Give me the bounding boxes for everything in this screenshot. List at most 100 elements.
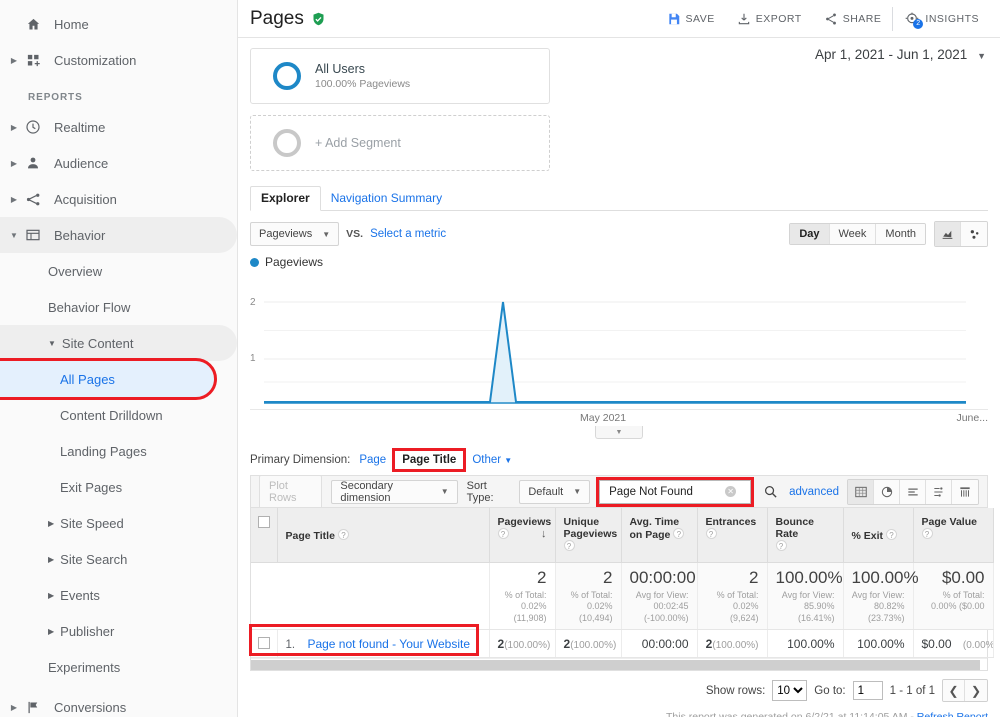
sidebar-item-behavior[interactable]: ▼ Behavior xyxy=(0,217,237,253)
sidebar-item-site-speed[interactable]: ▶ Site Speed xyxy=(0,505,237,541)
tab-navigation-summary[interactable]: Navigation Summary xyxy=(321,187,452,210)
column-label-bounce-rate: Bounce Rate xyxy=(775,516,815,540)
total-bounce-rate: 100.00% Avg for View: 85.90% (16.41%) xyxy=(767,562,844,630)
sidebar-item-exit-pages[interactable]: Exit Pages xyxy=(0,469,237,505)
column-header-bounce-rate[interactable]: Bounce Rate? xyxy=(767,508,844,563)
help-icon-entrances[interactable]: ? xyxy=(705,528,717,539)
plot-rows-button[interactable]: Plot Rows xyxy=(259,474,323,509)
sidebar-item-all-pages[interactable]: All Pages xyxy=(0,358,217,400)
row-avg-time-value: 00:00:00 xyxy=(641,637,689,651)
advanced-link[interactable]: advanced xyxy=(789,486,839,498)
primary-dimension-page-title[interactable]: Page Title xyxy=(392,448,467,472)
primary-dimension-other[interactable]: Other ▼ xyxy=(472,454,512,466)
prev-page-button[interactable]: ❮ xyxy=(943,680,965,701)
column-header-avg-time-on-page[interactable]: Avg. Time on Page? xyxy=(621,508,698,563)
left-sidebar: Home ▶ Customization REPORTS ▶ Realtime xyxy=(0,0,238,717)
performance-view-icon[interactable] xyxy=(926,479,952,504)
column-header-exit-pct[interactable]: % Exit? xyxy=(843,508,914,563)
save-button[interactable]: SAVE xyxy=(656,7,726,31)
add-segment-button[interactable]: + Add Segment xyxy=(250,115,550,171)
sidebar-item-realtime[interactable]: ▶ Realtime xyxy=(0,109,237,145)
sidebar-item-behavior-flow[interactable]: Behavior Flow xyxy=(0,289,237,325)
row-page-title-cell[interactable]: 1. Page not found - Your Website xyxy=(277,629,490,658)
help-icon-page-title[interactable]: ? xyxy=(337,529,349,541)
sidebar-item-conversions[interactable]: ▶ Conversions xyxy=(0,689,237,717)
chevron-right-icon-conversions[interactable]: ▶ xyxy=(0,703,20,712)
goto-input[interactable] xyxy=(852,681,883,700)
sort-type-dropdown[interactable]: Default ▼ xyxy=(519,479,591,504)
table-scrollbar-thumb[interactable] xyxy=(251,660,980,670)
help-icon-page-value[interactable]: ? xyxy=(921,528,933,539)
chevron-right-icon-acquisition[interactable]: ▶ xyxy=(0,195,20,204)
sidebar-item-label-all-pages: All Pages xyxy=(60,371,115,387)
column-header-page-value[interactable]: Page Value? xyxy=(913,508,994,563)
column-header-unique-pageviews[interactable]: Unique Pageviews? xyxy=(555,508,622,563)
next-page-button[interactable]: ❯ xyxy=(965,680,987,701)
row-page-title-link[interactable]: Page not found - Your Website xyxy=(307,637,470,651)
column-label-page-title: Page Title xyxy=(285,530,335,543)
help-icon-exit-pct[interactable]: ? xyxy=(886,529,898,541)
sidebar-item-overview[interactable]: Overview xyxy=(0,253,237,289)
clear-search-icon[interactable]: ✕ xyxy=(725,486,737,497)
column-header-entrances[interactable]: Entrances? xyxy=(697,508,768,563)
chevron-right-icon-events[interactable]: ▶ xyxy=(48,591,54,600)
pivot-view-icon[interactable] xyxy=(952,479,978,504)
sidebar-item-label-behavior-flow: Behavior Flow xyxy=(48,299,131,315)
sidebar-item-content-drilldown[interactable]: Content Drilldown xyxy=(0,397,237,433)
granularity-week[interactable]: Week xyxy=(829,224,877,244)
chevron-right-icon-publisher[interactable]: ▶ xyxy=(48,627,54,636)
sidebar-item-audience[interactable]: ▶ Audience xyxy=(0,145,237,181)
granularity-month[interactable]: Month xyxy=(876,224,925,244)
refresh-report-link[interactable]: Refresh Report xyxy=(917,711,988,717)
pie-view-icon[interactable] xyxy=(874,479,900,504)
secondary-dimension-dropdown[interactable]: Secondary dimension ▼ xyxy=(331,479,458,504)
granularity-day[interactable]: Day xyxy=(790,224,830,244)
table-view-icon[interactable] xyxy=(848,479,874,504)
search-box[interactable]: ✕ xyxy=(596,476,755,507)
share-button[interactable]: SHARE xyxy=(813,7,893,31)
metric-dropdown[interactable]: Pageviews ▼ xyxy=(250,222,340,246)
chevron-right-icon-site-speed[interactable]: ▶ xyxy=(48,519,54,528)
select-a-metric-link[interactable]: Select a metric xyxy=(370,228,446,240)
column-header-page-title[interactable]: Page Title? xyxy=(277,508,490,563)
column-header-pageviews[interactable]: Pageviews ↓? xyxy=(489,508,556,563)
chevron-right-icon-realtime[interactable]: ▶ xyxy=(0,123,20,132)
table-horizontal-scrollbar[interactable] xyxy=(251,658,987,670)
row-checkbox[interactable] xyxy=(258,637,270,649)
export-button[interactable]: EXPORT xyxy=(726,7,813,31)
help-icon-bounce-rate[interactable]: ? xyxy=(775,540,787,551)
bar-view-icon[interactable] xyxy=(900,479,926,504)
search-submit-button[interactable] xyxy=(759,481,781,503)
chevron-right-icon-customization[interactable]: ▶ xyxy=(0,56,20,65)
chevron-down-icon-behavior[interactable]: ▼ xyxy=(0,231,20,240)
chevron-right-icon-site-search[interactable]: ▶ xyxy=(48,555,54,564)
sidebar-item-site-content[interactable]: ▼ Site Content xyxy=(0,325,237,361)
show-rows-select[interactable]: 10 xyxy=(772,680,808,701)
sidebar-item-experiments[interactable]: Experiments xyxy=(0,649,237,685)
select-all-checkbox[interactable] xyxy=(258,516,270,528)
tab-explorer[interactable]: Explorer xyxy=(250,186,321,211)
search-input[interactable] xyxy=(607,484,726,499)
chart-collapse-handle[interactable]: ▼ xyxy=(595,426,643,439)
chevron-right-icon-audience[interactable]: ▶ xyxy=(0,159,20,168)
vs-label: VS. xyxy=(346,228,364,240)
sidebar-item-events[interactable]: ▶ Events xyxy=(0,577,237,613)
date-range-picker[interactable]: Apr 1, 2021 - Jun 1, 2021 ▼ xyxy=(815,47,986,62)
help-icon-unique-pageviews[interactable]: ? xyxy=(563,540,575,551)
insights-button[interactable]: 2 INSIGHTS xyxy=(892,6,990,31)
chevron-down-icon-site-content[interactable]: ▼ xyxy=(48,339,56,348)
motion-chart-icon[interactable] xyxy=(961,222,987,246)
sidebar-item-publisher[interactable]: ▶ Publisher xyxy=(0,613,237,649)
sidebar-item-acquisition[interactable]: ▶ Acquisition xyxy=(0,181,237,217)
primary-dimension-page[interactable]: Page xyxy=(359,454,386,466)
sidebar-item-home[interactable]: Home xyxy=(0,6,237,42)
segment-all-users[interactable]: All Users 100.00% Pageviews xyxy=(250,48,550,104)
total-exit-pct-value: 100.00% xyxy=(851,567,919,587)
help-icon-avg-time-on-page[interactable]: ? xyxy=(673,528,685,539)
sidebar-item-landing-pages[interactable]: Landing Pages xyxy=(0,433,237,469)
help-icon-pageviews[interactable]: ? xyxy=(497,528,509,539)
line-chart-icon[interactable] xyxy=(935,222,961,246)
sidebar-item-customization[interactable]: ▶ Customization xyxy=(0,42,237,78)
sidebar-item-site-search[interactable]: ▶ Site Search xyxy=(0,541,237,577)
table-row[interactable]: 1. Page not found - Your Website 2(100.0… xyxy=(251,629,994,658)
